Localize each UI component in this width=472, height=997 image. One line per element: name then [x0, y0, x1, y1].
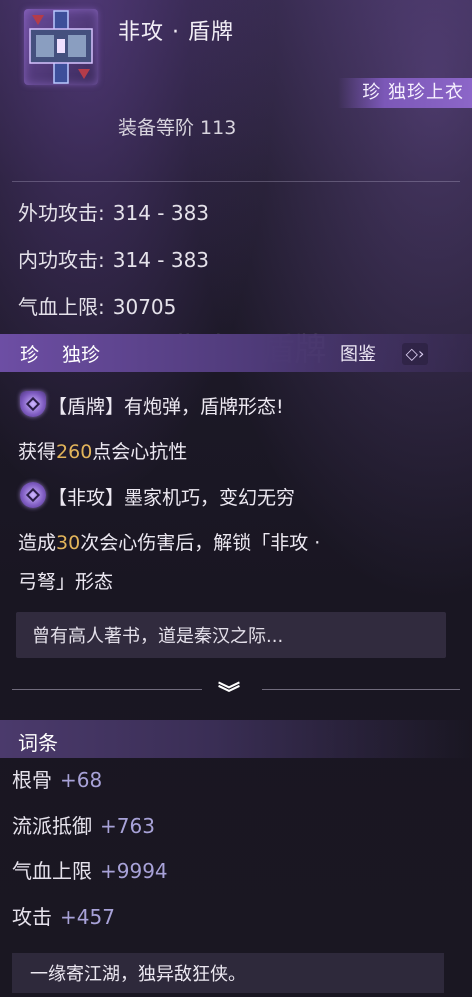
- affix-label: 攻击: [12, 905, 52, 929]
- affix-item: 流派抵御 +763: [12, 810, 155, 839]
- affix-header-bar: [0, 720, 472, 758]
- effect-shield-desc: 获得260点会心抗性: [18, 437, 187, 464]
- stat-value: 314 - 383: [112, 201, 210, 225]
- effect-feigong-title: 【非攻】墨家机巧，变幻无穷: [48, 487, 296, 509]
- expand-divider-left: [12, 689, 202, 690]
- rarity-type-badge: 珍 独珍上衣: [338, 78, 472, 108]
- affix-label: 气血上限: [12, 859, 92, 883]
- effect-shield-title: 【盾牌】有炮弹，盾牌形态!: [48, 396, 284, 418]
- item-title: 非攻 · 盾牌: [118, 20, 234, 45]
- shield-item-icon: [24, 9, 98, 85]
- affix-value: +457: [60, 905, 115, 929]
- affix-value: +68: [60, 768, 103, 792]
- effect-number: 30: [56, 532, 81, 554]
- chevron-down-icon[interactable]: ︾: [218, 676, 240, 708]
- affix-item: 根骨 +68: [12, 764, 102, 793]
- stat-max-hp: 气血上限: 30705: [18, 291, 176, 320]
- stat-value: 314 - 383: [112, 248, 210, 272]
- effect-feigong-desc: 造成30次会心伤害后，解锁「非攻 ·: [18, 528, 320, 555]
- lore-text: 曾有高人著书，道是秦汉之际...: [32, 626, 284, 647]
- footer-quote: 一缘寄江湖，独异敌狂侠。: [30, 964, 246, 985]
- stat-external-attack: 外功攻击: 314 - 383: [18, 197, 209, 226]
- codex-arrow-icon[interactable]: ◇›: [402, 343, 428, 365]
- affix-item: 攻击 +457: [12, 901, 115, 930]
- stat-label: 气血上限:: [18, 295, 105, 319]
- affix-title: 词条: [18, 731, 58, 755]
- effect-text: 获得: [18, 441, 57, 463]
- rarity-bar: 珍 独珍 图鉴 ◇›: [0, 334, 472, 372]
- stat-label: 内功攻击:: [18, 248, 105, 272]
- stat-value: 30705: [112, 295, 177, 319]
- affix-value: +9994: [100, 859, 168, 883]
- affix-item: 气血上限 +9994: [12, 855, 168, 884]
- expand-divider-right: [262, 689, 460, 690]
- stat-internal-attack: 内功攻击: 314 - 383: [18, 244, 209, 273]
- header-divider: [12, 181, 460, 182]
- item-header: 非攻 · 盾牌 珍 独珍上衣 装备等阶 113: [0, 0, 472, 180]
- effect-feigong-desc-line2: 弓弩」形态: [18, 571, 114, 593]
- shield-form-icon: [20, 391, 46, 417]
- effect-text: 点会心抗性: [92, 441, 188, 463]
- codex-button[interactable]: 图鉴: [340, 340, 376, 366]
- effect-text: 造成: [18, 532, 57, 554]
- effect-text: 次会心伤害后，解锁「非攻 ·: [80, 532, 321, 554]
- affix-value: +763: [100, 814, 155, 838]
- mechanism-icon: [20, 482, 46, 508]
- rarity-gem-icon: 珍: [20, 344, 40, 366]
- equipment-rank: 装备等阶 113: [118, 117, 237, 139]
- affix-label: 根骨: [12, 768, 52, 792]
- affix-label: 流派抵御: [12, 814, 92, 838]
- stat-label: 外功攻击:: [18, 201, 105, 225]
- rarity-name: 独珍: [62, 344, 101, 366]
- effect-number: 260: [56, 441, 93, 463]
